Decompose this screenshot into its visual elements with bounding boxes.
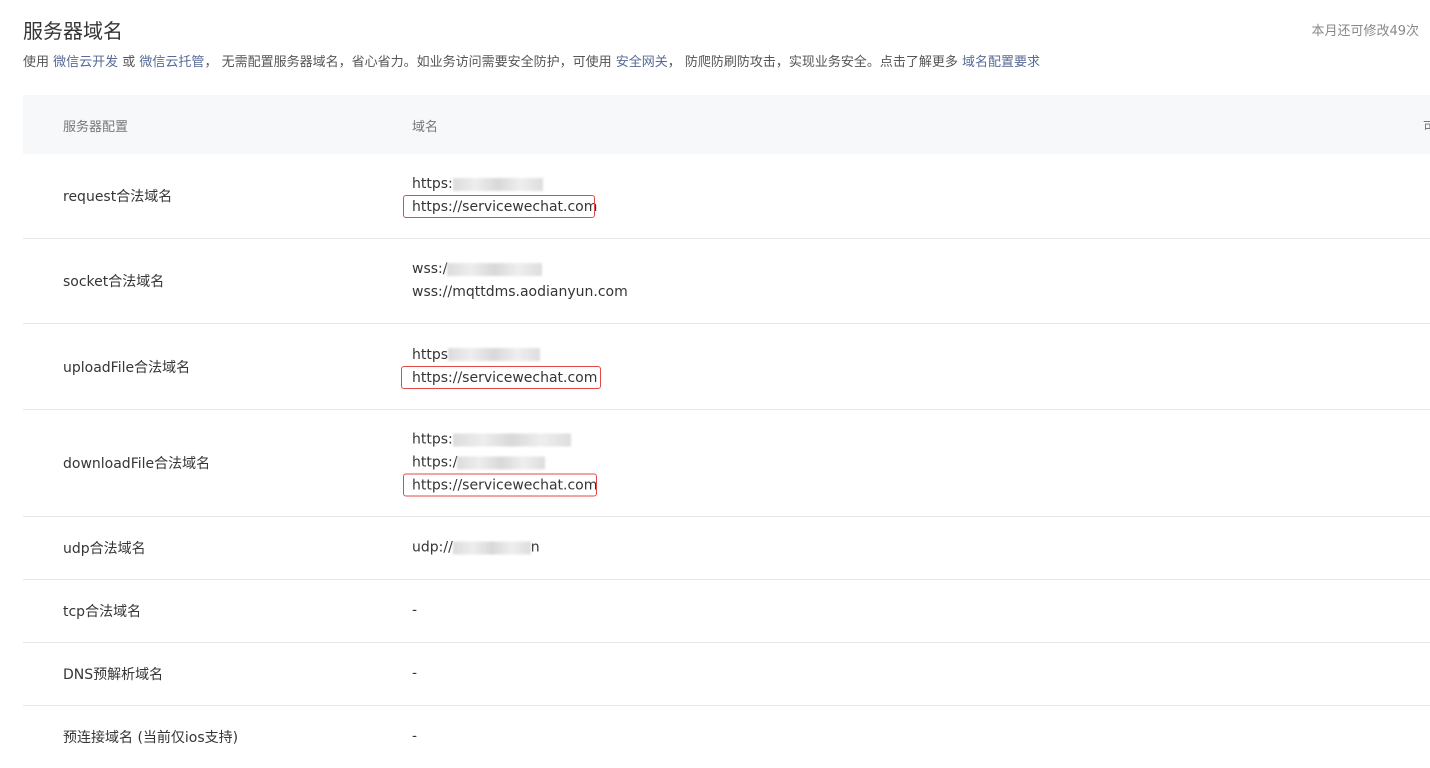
domain-value-highlighted: https://servicewechat.com	[401, 365, 601, 390]
domain-list: https https://servicewechat.com	[401, 344, 601, 390]
domain-list: udp:// n	[412, 537, 540, 560]
column-header-domain: 域名	[412, 120, 439, 135]
row-label: socket合法域名	[63, 274, 165, 290]
desc-text-1: 使用	[23, 55, 54, 70]
wechat-cloud-hosting-link[interactable]: 微信云托管	[139, 55, 204, 70]
row-label: 预连接域名 (当前仅ios支持)	[63, 730, 239, 746]
domain-value: wss://mqttdms.aodianyun.com	[412, 281, 628, 304]
domain-requirements-link[interactable]: 域名配置要求	[962, 55, 1040, 70]
blurred-redaction	[457, 456, 546, 469]
domain-list: -	[412, 600, 417, 623]
domain-value: https:/	[412, 452, 597, 475]
domain-value-highlighted: https://servicewechat.com	[403, 473, 597, 498]
table-row-dns-prefetch: DNS预解析域名 -	[23, 643, 1430, 706]
highlight-box	[403, 473, 597, 497]
blurred-redaction	[452, 177, 543, 191]
desc-text-2: 或	[118, 55, 140, 70]
desc-text-4: ， 防爬防刷防攻击，实现业务安全。点击了解更多	[667, 55, 962, 70]
domain-value: -	[412, 602, 418, 619]
domain-value: udp:// n	[412, 537, 540, 560]
domain-text: https:	[412, 431, 453, 448]
domain-list: wss:/ wss://mqttdms.aodianyun.com	[412, 258, 628, 304]
blurred-redaction	[452, 433, 571, 446]
column-header-truncated: 可	[1423, 120, 1430, 135]
modify-quota-text: 本月还可修改49次	[1311, 24, 1419, 39]
table-header: 服务器配置 域名 可	[23, 95, 1430, 154]
domain-value-highlighted: https://servicewechat.com	[403, 195, 597, 219]
table-row-request: request合法域名 https: https://servicewechat…	[23, 154, 1430, 239]
domain-value: https	[412, 344, 597, 367]
page-title: 服务器域名	[23, 19, 123, 43]
domain-value: https:	[412, 429, 597, 452]
domain-value: https:	[412, 173, 597, 196]
security-gateway-link[interactable]: 安全网关	[616, 55, 668, 70]
highlight-box	[403, 195, 595, 218]
domain-text: wss:/	[412, 261, 448, 277]
desc-text-3: ， 无需配置服务器域名，省心省力。如业务访问需要安全防护，可使用	[204, 55, 616, 70]
table-row-uploadfile: uploadFile合法域名 https https://servicewech…	[23, 324, 1430, 410]
column-header-server-config: 服务器配置	[63, 120, 129, 135]
domain-list: https: https:/ https://servicewechat.com	[403, 429, 597, 498]
blurred-redaction	[448, 348, 541, 361]
row-label: request合法域名	[63, 189, 173, 205]
server-domain-table: 服务器配置 域名 可 request合法域名 https: https://se…	[23, 95, 1430, 768]
table-row-preconnect: 预连接域名 (当前仅ios支持) -	[23, 706, 1430, 768]
domain-text: n	[530, 539, 540, 556]
blurred-redaction	[452, 541, 531, 554]
domain-text: https	[412, 346, 449, 363]
domain-text: https:	[412, 176, 453, 192]
domain-value: -	[412, 665, 418, 682]
row-label: tcp合法域名	[63, 604, 142, 620]
row-label: DNS预解析域名	[63, 667, 164, 683]
highlight-box	[401, 365, 601, 389]
table-row-udp: udp合法域名 udp:// n	[23, 517, 1430, 580]
domain-text: udp://	[412, 539, 453, 556]
wechat-cloud-dev-link[interactable]: 微信云开发	[53, 55, 118, 70]
domain-text: https:/	[412, 454, 458, 471]
page-description: 使用 微信云开发 或 微信云托管， 无需配置服务器域名，省心省力。如业务访问需要…	[23, 51, 1040, 70]
row-label: udp合法域名	[63, 541, 146, 557]
domain-text: wss://mqttdms.aodianyun.com	[412, 284, 628, 300]
row-label: downloadFile合法域名	[63, 456, 211, 472]
domain-list: https: https://servicewechat.com	[403, 173, 597, 219]
row-label: uploadFile合法域名	[63, 359, 191, 376]
domain-value: -	[412, 728, 418, 745]
domain-list: -	[412, 726, 417, 749]
table-row-socket: socket合法域名 wss:/ wss://mqttdms.aodianyun…	[23, 239, 1430, 324]
table-row-downloadfile: downloadFile合法域名 https: https:/ https://…	[23, 410, 1430, 517]
domain-value: wss:/	[412, 258, 628, 281]
blurred-redaction	[447, 262, 543, 276]
table-row-tcp: tcp合法域名 -	[23, 580, 1430, 643]
domain-list: -	[412, 663, 417, 686]
